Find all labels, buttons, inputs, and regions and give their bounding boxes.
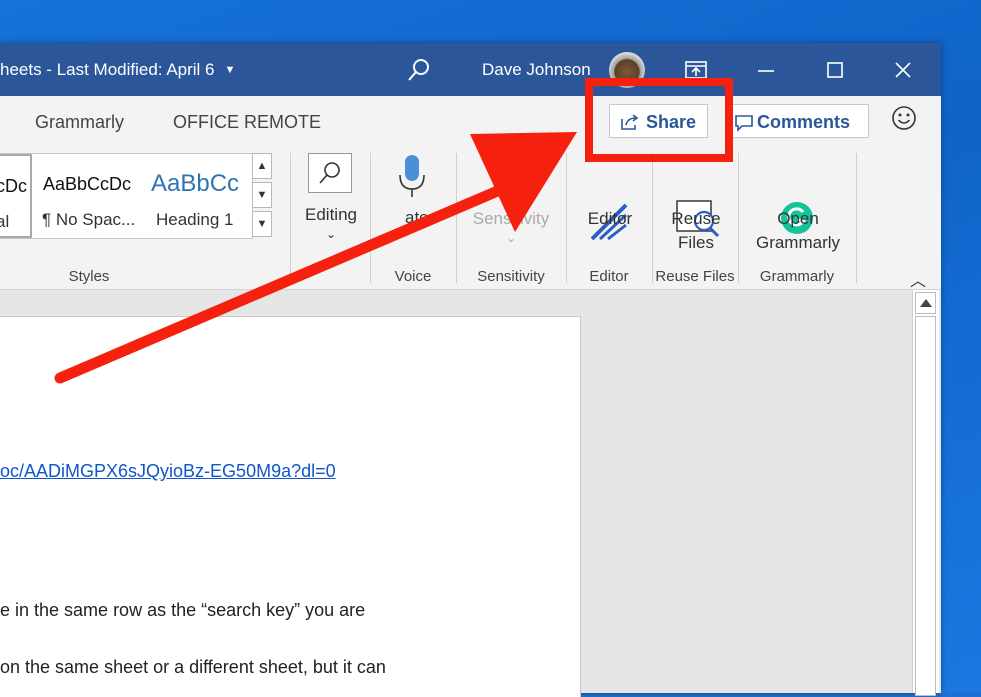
group-label-editor: Editor: [589, 268, 629, 285]
scroll-thumb[interactable]: [915, 316, 936, 696]
gallery-scroll: ▲ ▼ ▼: [252, 153, 274, 239]
word-window: heets - Last Modified: April 6 ▼ Dave Joh…: [0, 43, 941, 697]
editing-button[interactable]: Editing ⌄: [300, 149, 362, 259]
divider: [566, 153, 567, 283]
style-normal[interactable]: cDc al: [0, 154, 32, 238]
style-name: al: [0, 212, 10, 231]
document-title-text: heets - Last Modified: April 6: [0, 60, 215, 79]
document-link[interactable]: oc/AADiMGPX6sJQyioBz-EG50M9a?dl=0: [0, 461, 336, 482]
dictate-button[interactable]: ate: [378, 149, 448, 259]
microphone-icon: [399, 155, 425, 197]
group-label-reuse-files: Reuse Files: [655, 268, 735, 285]
ribbon: cDc al AaBbCcDc ¶ No Spac... AaBbCc Head…: [0, 149, 941, 290]
comments-button[interactable]: Comments: [725, 104, 869, 138]
style-heading-1[interactable]: AaBbCc Heading 1: [150, 154, 250, 238]
gallery-up-icon[interactable]: ▲: [252, 153, 272, 179]
tab-grammarly[interactable]: Grammarly: [35, 112, 124, 133]
divider: [370, 153, 371, 283]
tab-office-remote[interactable]: OFFICE REMOTE: [173, 112, 321, 133]
close-icon[interactable]: [886, 53, 920, 87]
find-icon-frame: [308, 153, 352, 193]
styles-gallery: cDc al AaBbCcDc ¶ No Spac... AaBbCc Head…: [0, 153, 253, 239]
chevron-down-icon: ⌄: [505, 231, 517, 245]
title-bar: heets - Last Modified: April 6 ▼ Dave Joh…: [0, 43, 941, 96]
group-label-sensitivity: Sensitivity: [477, 268, 545, 285]
minimize-icon[interactable]: [749, 53, 783, 87]
sensitivity-label: Sensitivity: [472, 209, 550, 228]
gallery-down-icon[interactable]: ▼: [252, 182, 272, 208]
chevron-down-icon: ⌄: [325, 227, 337, 241]
user-name[interactable]: Dave Johnson: [482, 60, 591, 80]
open-grammarly-button[interactable]: Open Grammarly: [744, 149, 852, 259]
share-highlight-box: [585, 78, 733, 162]
scroll-up-icon[interactable]: [915, 292, 936, 314]
style-preview: AaBbCcDc: [43, 174, 132, 194]
maximize-icon[interactable]: [818, 53, 852, 87]
find-icon: [319, 162, 340, 184]
chevron-down-icon: ▼: [224, 64, 236, 76]
collapse-ribbon-icon[interactable]: ︿: [910, 267, 926, 291]
group-label-grammarly: Grammarly: [759, 268, 835, 285]
dictate-label: ate: [405, 208, 429, 227]
sensitivity-button[interactable]: Sensitivity ⌄: [462, 149, 560, 259]
comment-icon: [735, 115, 753, 132]
group-label-styles: Styles: [68, 268, 110, 285]
editor-label: Editor: [587, 209, 633, 228]
style-preview: cDc: [0, 176, 27, 196]
style-no-spacing[interactable]: AaBbCcDc ¶ No Spac...: [40, 154, 140, 238]
editing-label: Editing: [305, 205, 357, 224]
comments-label: Comments: [757, 112, 851, 132]
style-name: Heading 1: [156, 210, 234, 229]
gallery-more-icon[interactable]: ▼: [252, 211, 272, 237]
divider: [290, 153, 291, 283]
search-icon[interactable]: [404, 56, 434, 84]
document-text-line: e in the same row as the “search key” yo…: [0, 600, 366, 620]
document-text-line: on the same sheet or a different sheet, …: [0, 657, 386, 677]
divider: [456, 153, 457, 283]
open-grammarly-label-1: Open: [777, 209, 819, 228]
style-preview: AaBbCc: [151, 170, 240, 197]
divider: [652, 153, 653, 283]
divider: [738, 153, 739, 283]
feedback-smiley-icon[interactable]: [891, 105, 917, 131]
editor-button[interactable]: Editor: [572, 149, 648, 259]
document-page[interactable]: oc/AADiMGPX6sJQyioBz-EG50M9a?dl=0 e in t…: [0, 316, 581, 697]
group-label-voice: Voice: [394, 268, 432, 285]
style-name: ¶ No Spac...: [42, 210, 136, 229]
document-title[interactable]: heets - Last Modified: April 6 ▼: [0, 60, 235, 80]
divider: [856, 153, 857, 283]
vertical-scrollbar[interactable]: [912, 290, 939, 696]
reuse-label-2: Files: [678, 233, 714, 252]
open-grammarly-label-2: Grammarly: [755, 233, 841, 252]
triangle-up-icon: [920, 299, 932, 307]
reuse-files-button[interactable]: Reuse Files: [656, 149, 736, 259]
document-area: oc/AADiMGPX6sJQyioBz-EG50M9a?dl=0 e in t…: [0, 290, 912, 697]
reuse-label-1: Reuse: [671, 209, 721, 228]
